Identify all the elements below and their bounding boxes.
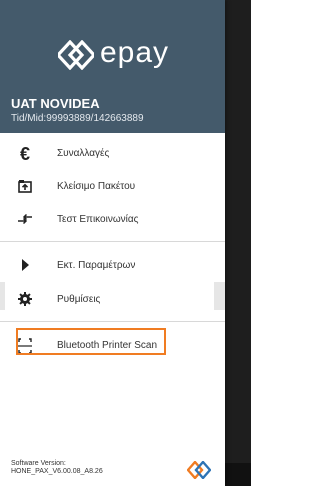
drawer-footer: Software Version: HONE_PAX_V6.00.08_A8.2… [0,453,225,486]
software-version-value: HONE_PAX_V6.00.08_A8.26 [11,468,103,475]
batch-close-icon [17,179,33,195]
connection-test-icon [17,212,33,228]
menu-item-label: Κλείσιμο Πακέτου [57,181,136,192]
epay-footer-logo-icon [187,461,211,479]
menu-item-label: Ρυθμίσεις [57,294,101,305]
drawer-header: epay UAT NOVIDEA Tid/Mid:99993889/142663… [0,0,225,133]
scrim-bottom [225,463,251,486]
epay-logo: epay [58,36,188,70]
selection-highlight-box [16,328,166,355]
menu-item-label: Εκτ. Παραμέτρων [57,260,136,271]
menu-item-label: Συναλλαγές [57,148,110,159]
scrim-strip[interactable] [225,0,251,486]
menu-item-connection-test[interactable]: Τεστ Επικοινωνίας [0,205,225,235]
scroll-indicator-right [214,282,225,310]
menu-divider [0,321,225,322]
gear-icon [17,292,33,308]
menu-divider [0,241,225,242]
euro-icon: € [19,144,30,164]
menu-item-batch-close[interactable]: Κλείσιμο Πακέτου [0,172,225,202]
merchant-name: UAT NOVIDEA [11,96,100,111]
menu-item-transactions[interactable]: € Συναλλαγές [0,139,225,169]
navigation-drawer: epay UAT NOVIDEA Tid/Mid:99993889/142663… [0,0,225,486]
menu-item-settings[interactable]: Ρυθμίσεις [0,285,225,315]
menu-item-label: Τεστ Επικοινωνίας [57,214,139,225]
play-arrow-icon [17,258,33,274]
terminal-merchant-ids: Tid/Mid:99993889/142663889 [11,113,144,124]
brand-name: epay [100,36,170,69]
software-version-label: Software Version: [11,460,66,467]
scroll-indicator-left [0,282,5,310]
epay-logo-icon [58,40,94,70]
menu-item-parameters-run[interactable]: Εκτ. Παραμέτρων [0,251,225,281]
